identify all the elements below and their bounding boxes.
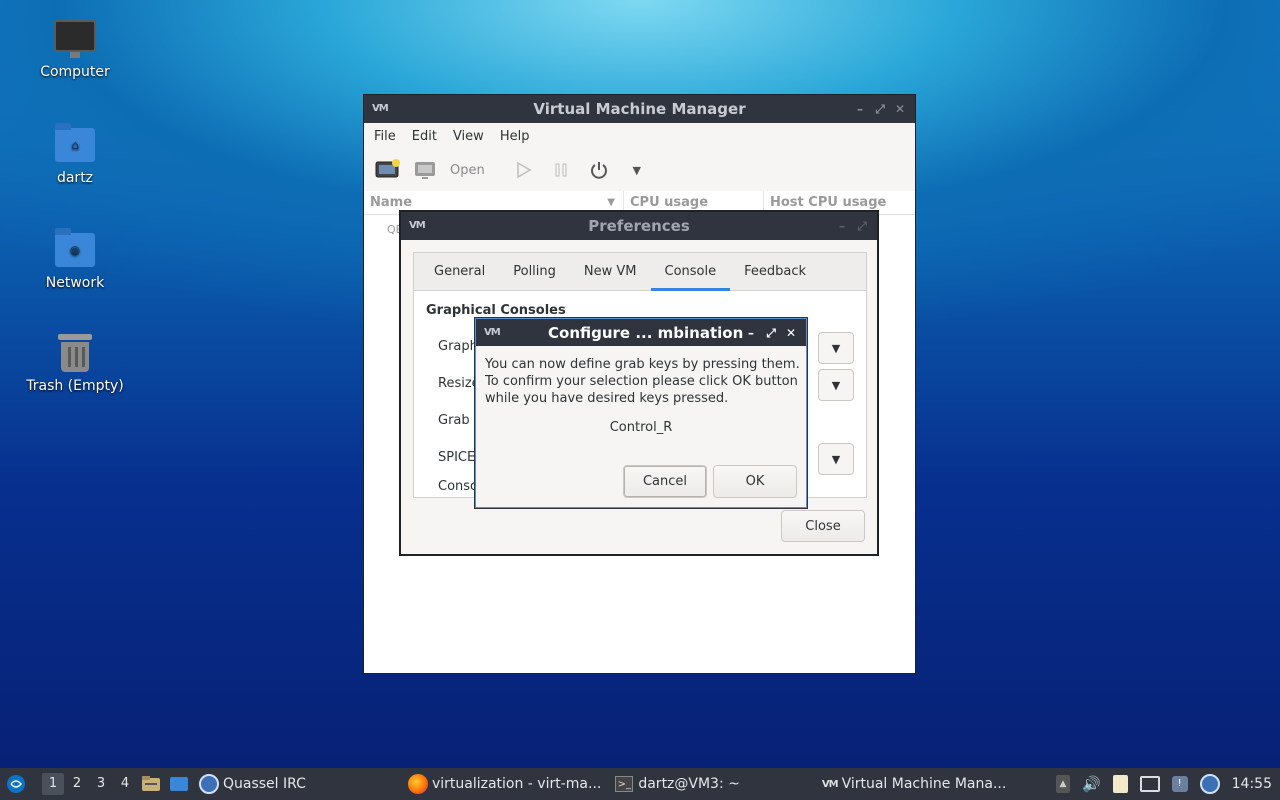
spice-dropdown[interactable]: ▼: [818, 443, 854, 475]
start-menu-button[interactable]: [0, 768, 30, 800]
desktop-icon-label: Network: [45, 275, 105, 291]
tab-polling[interactable]: Polling: [499, 253, 570, 290]
ok-button[interactable]: OK: [713, 465, 797, 498]
trash-icon: [54, 332, 96, 372]
configure-message: You can now define grab keys by pressing…: [485, 356, 805, 407]
chevron-down-icon: ▼: [831, 341, 841, 355]
close-icon[interactable]: ✕: [784, 326, 798, 340]
clipboard-icon[interactable]: [1112, 775, 1128, 793]
configure-app-icon: VM: [484, 326, 501, 338]
run-icon[interactable]: [509, 156, 537, 184]
taskbar-app-terminal[interactable]: >_ dartz@VM3: ~: [611, 768, 744, 800]
open-console-icon[interactable]: [412, 156, 440, 184]
pressed-key-label: Control_R: [609, 420, 673, 435]
section-heading: Graphical Consoles: [426, 303, 566, 318]
network-status-icon[interactable]: [1139, 776, 1160, 792]
workspace-4[interactable]: 4: [114, 773, 136, 795]
workspace-2[interactable]: 2: [66, 773, 88, 795]
configure-key-combination-dialog: VM Configure ... mbination – ⤢ ✕ You can…: [475, 318, 807, 508]
taskbar-app-firefox[interactable]: virtualization - virt-ma...: [404, 768, 605, 800]
vmm-titlebar[interactable]: VM Virtual Machine Manager – ⤢ ✕: [364, 95, 915, 123]
message-line: To confirm your selection please click O…: [485, 374, 798, 389]
vmm-menubar: File Edit View Help: [364, 123, 915, 149]
volume-icon[interactable]: 🔊: [1082, 775, 1101, 793]
menu-view[interactable]: View: [445, 129, 492, 144]
new-vm-icon[interactable]: [374, 156, 402, 184]
tray-up-icon[interactable]: ▲: [1055, 775, 1070, 793]
computer-icon: [54, 18, 96, 58]
preferences-title: Preferences: [588, 217, 690, 235]
taskbar-app-label: dartz@VM3: ~: [638, 776, 740, 792]
tab-new-vm[interactable]: New VM: [570, 253, 651, 290]
vmm-app-icon: VM: [372, 103, 389, 114]
close-icon[interactable]: ✕: [893, 102, 907, 116]
tab-general[interactable]: General: [420, 253, 499, 290]
notification-icon[interactable]: !: [1171, 776, 1188, 792]
network-folder-icon: ◉: [54, 228, 96, 269]
minimize-icon[interactable]: –: [853, 102, 867, 116]
maximize-icon[interactable]: ⤢: [855, 219, 869, 233]
menu-edit[interactable]: Edit: [404, 129, 445, 144]
taskbar-app-label: Quassel IRC: [223, 776, 306, 792]
power-icon[interactable]: [585, 156, 613, 184]
file-manager-icon: [142, 776, 160, 791]
vmm-title: Virtual Machine Manager: [533, 100, 746, 118]
vmm-toolbar: Open ▼: [364, 149, 915, 191]
clock[interactable]: 14:55: [1232, 776, 1272, 792]
desktop-icon-label: dartz: [56, 170, 94, 186]
lubuntu-logo-icon: [7, 775, 25, 793]
desktop-icon-computer[interactable]: Computer: [20, 18, 130, 80]
home-folder-icon: ⌂: [54, 123, 96, 164]
preferences-tabs: General Polling New VM Console Feedback: [414, 253, 866, 291]
show-desktop-button[interactable]: [165, 768, 193, 800]
close-button[interactable]: Close: [781, 510, 865, 542]
menu-help[interactable]: Help: [492, 129, 538, 144]
desktop-icon: [170, 777, 188, 791]
menu-file[interactable]: File: [366, 129, 404, 144]
tab-feedback[interactable]: Feedback: [730, 253, 820, 290]
graphical-console-label: Graph: [438, 339, 478, 354]
desktop-icon-network[interactable]: ◉ Network: [20, 228, 130, 291]
vmm-icon: VM: [821, 778, 839, 790]
message-line: You can now define grab keys by pressing…: [485, 357, 800, 372]
file-manager-launcher[interactable]: [137, 768, 165, 800]
desktop-icon-label: Computer: [40, 64, 110, 80]
taskbar-app-label: virtualization - virt-ma...: [431, 776, 602, 792]
chevron-down-icon: ▼: [831, 452, 841, 466]
maximize-icon[interactable]: ⤢: [764, 326, 778, 340]
taskbar-app-label: Virtual Machine Mana...: [841, 776, 1007, 792]
quassel-icon: [199, 774, 219, 794]
spice-label: SPICE: [438, 450, 476, 465]
workspace-3[interactable]: 3: [90, 773, 112, 795]
taskbar-app-quassel[interactable]: Quassel IRC: [195, 768, 310, 800]
tab-console[interactable]: Console: [650, 253, 731, 291]
preferences-titlebar[interactable]: VM Preferences – ⤢: [401, 212, 877, 240]
preferences-app-icon: VM: [409, 220, 426, 231]
system-tray: ▲ 🔊 ! 14:55: [1055, 774, 1280, 794]
resize-dropdown[interactable]: ▼: [818, 369, 854, 401]
taskbar: 1 2 3 4 Quassel IRC virtualization - vir…: [0, 768, 1280, 800]
taskbar-app-vmm[interactable]: VM Virtual Machine Mana...: [818, 768, 1010, 800]
desktop-icon-trash[interactable]: Trash (Empty): [20, 332, 130, 394]
desktop-icon-dartz[interactable]: ⌂ dartz: [20, 123, 130, 186]
minimize-icon[interactable]: –: [835, 219, 849, 233]
cancel-button[interactable]: Cancel: [623, 465, 707, 498]
pause-icon[interactable]: [547, 156, 575, 184]
quassel-tray-icon[interactable]: [1199, 774, 1220, 794]
power-menu-chevron-icon[interactable]: ▼: [623, 156, 651, 184]
firefox-icon: [407, 774, 428, 794]
minimize-icon[interactable]: –: [744, 326, 758, 340]
workspace-1[interactable]: 1: [42, 773, 64, 795]
terminal-icon: >_: [615, 776, 634, 792]
desktop-icon-label: Trash (Empty): [26, 378, 124, 394]
configure-titlebar[interactable]: VM Configure ... mbination – ⤢ ✕: [476, 319, 806, 346]
resize-label: Resize: [438, 376, 480, 391]
maximize-icon[interactable]: ⤢: [873, 102, 887, 116]
chevron-down-icon: ▼: [831, 378, 841, 392]
open-button-label[interactable]: Open: [450, 163, 485, 178]
graphical-console-dropdown[interactable]: ▼: [818, 332, 854, 364]
message-line: while you have desired keys pressed.: [485, 391, 729, 406]
